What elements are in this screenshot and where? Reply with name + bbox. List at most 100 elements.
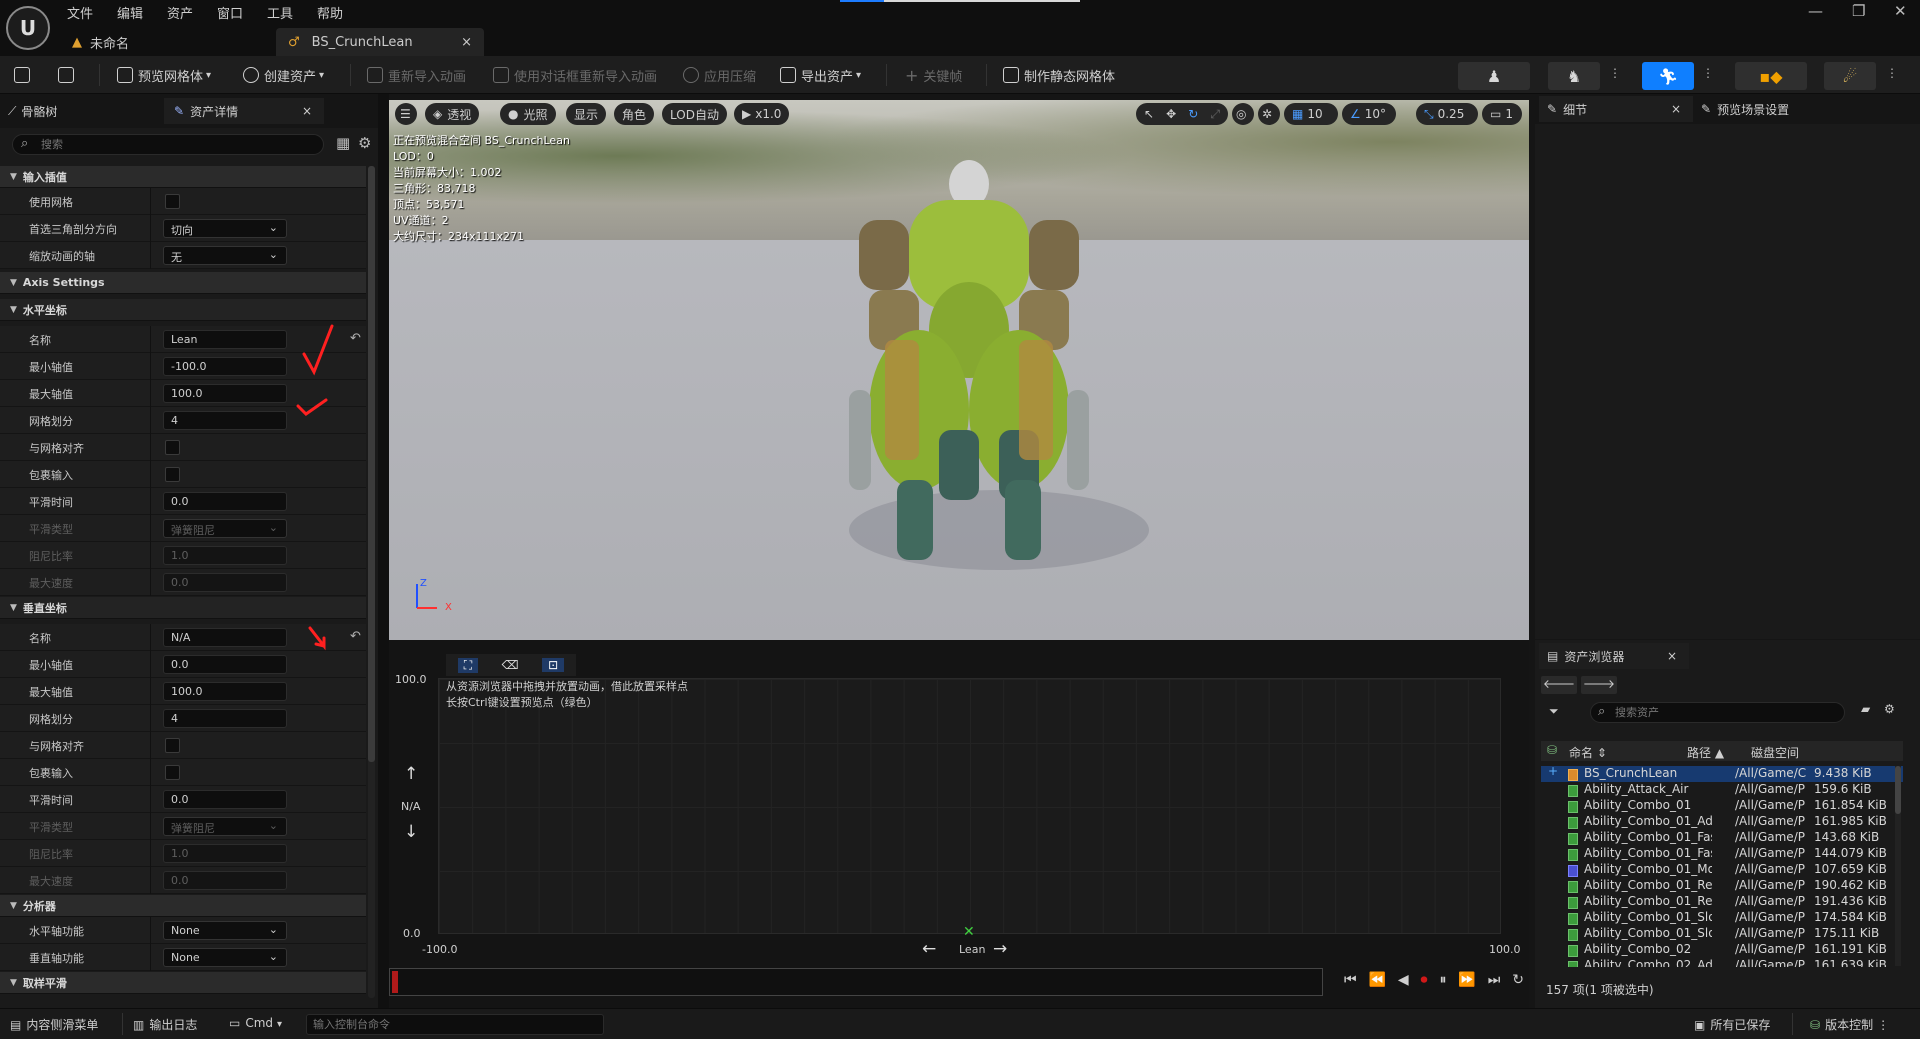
record-icon[interactable]: ⏺ <box>1421 972 1428 988</box>
section-analysis[interactable]: ▼ 分析器 <box>0 895 366 917</box>
h-grid-input[interactable]: 4 <box>163 411 287 430</box>
grid-snap-button[interactable]: ▦ 10 <box>1284 103 1338 125</box>
jump-start-icon[interactable]: ⏮ <box>1344 972 1357 988</box>
source-control-button[interactable]: ⛁ 版本控制 ⋮ <box>1810 1016 1889 1033</box>
h-min-input[interactable]: -100.0 <box>163 357 287 376</box>
step-forward-icon[interactable]: ⏩ <box>1458 972 1475 988</box>
world-space-button[interactable]: ◎ <box>1232 103 1254 125</box>
table-row[interactable]: Ability_Combo_01_Slo/All/Game/P 175.11 Ki… <box>1541 926 1903 942</box>
reimport-button[interactable]: 重新导入动画 <box>367 64 466 86</box>
h-damping-input[interactable]: 1.0 <box>163 546 287 565</box>
v-func-dropdown[interactable]: None ⌄ <box>163 948 287 967</box>
column-name[interactable]: 命名 ⇕ <box>1569 744 1607 761</box>
column-size[interactable]: 磁盘空间 <box>1751 744 1799 761</box>
tab-preview-scene-settings[interactable]: ✎ 预览场景设置 <box>1701 96 1789 122</box>
h-func-dropdown[interactable]: None ⌄ <box>163 921 287 940</box>
close-icon[interactable]: × <box>302 104 312 118</box>
playback-speed-button[interactable]: ▶ x1.0 <box>734 103 790 125</box>
console-input-box[interactable] <box>306 1014 604 1035</box>
source-control-column-icon[interactable]: ⛁ <box>1547 743 1557 757</box>
translate-icon[interactable]: ✥ <box>1166 107 1176 121</box>
menu-window[interactable]: 窗口 <box>217 3 243 22</box>
perspective-button[interactable]: ◈ 透视 <box>425 103 480 125</box>
table-row[interactable]: Ability_Combo_02/All/Game/P 161.191 KiB <box>1541 942 1903 958</box>
close-icon[interactable]: × <box>1667 649 1677 663</box>
console-command-input[interactable] <box>313 1016 593 1033</box>
skeleton-mode-button[interactable]: ♟ <box>1458 62 1530 90</box>
v-wrap-checkbox[interactable] <box>165 765 180 780</box>
v-speed-input[interactable]: 0.0 <box>163 871 287 890</box>
table-row[interactable]: + BS_CrunchLean/All/Game/C 9.438 KiB <box>1541 766 1903 782</box>
v-smooth-type-dropdown[interactable]: 弹簧阻尼 ⌄ <box>163 817 287 836</box>
create-asset-button[interactable]: 创建资产 ▾ <box>243 64 324 86</box>
save-status-button[interactable]: ▣ 所有已保存 <box>1694 1016 1770 1033</box>
table-row[interactable]: Ability_Combo_01_Fas/All/Game/P 144.079 K… <box>1541 846 1903 862</box>
apply-compression-button[interactable]: 应用压缩 <box>683 64 756 86</box>
column-path[interactable]: 路径 ▲ <box>1687 744 1724 761</box>
section-axis-settings[interactable]: ▼ Axis Settings <box>0 272 366 294</box>
pause-icon[interactable]: ⏸ <box>1439 972 1446 988</box>
show-button[interactable]: 显示 <box>566 103 607 125</box>
h-wrap-checkbox[interactable] <box>165 467 180 482</box>
tab-skeleton-tree[interactable]: ⟋ 骨骼树 <box>8 98 57 124</box>
timeline-playhead[interactable] <box>392 971 398 993</box>
v-max-input[interactable]: 100.0 <box>163 682 287 701</box>
animation-mode-button[interactable]: 🏃︎ <box>1642 62 1694 90</box>
jump-end-icon[interactable]: ⏭ <box>1488 972 1501 988</box>
window-close-icon[interactable]: ✕ <box>1894 2 1907 20</box>
gear-icon[interactable]: ⚙ <box>358 134 371 152</box>
tab-content-browser[interactable]: ▤ 资产浏览器 × <box>1539 643 1689 669</box>
mesh-mode-button[interactable]: ♞ <box>1548 62 1600 90</box>
table-row[interactable]: Ability_Combo_02_Adc/All/Game/P 161.639 K… <box>1541 958 1903 967</box>
table-row[interactable]: Ability_Combo_01/All/Game/P 161.854 KiB <box>1541 798 1903 814</box>
lod-button[interactable]: LOD自动 <box>662 103 727 125</box>
section-input-interpolation[interactable]: ▼ 输入插值 <box>0 166 366 188</box>
tab-blendspace[interactable]: ♂ BS_CrunchLean × <box>276 28 484 56</box>
close-icon[interactable]: × <box>461 35 472 50</box>
frame-icon[interactable]: ⊡ <box>542 658 565 672</box>
more-options-icon[interactable]: ⋮ <box>1886 66 1898 80</box>
details-search-box[interactable]: ⌕ <box>12 134 324 155</box>
preview-point-marker-icon[interactable]: ✕ <box>963 924 975 940</box>
scale-snap-button[interactable]: ⤡ 0.25 <box>1416 103 1478 125</box>
viewport-menu-button[interactable]: ☰ <box>395 103 417 125</box>
blueprint-mode-button[interactable]: ▪◆ <box>1735 62 1807 90</box>
select-icon[interactable]: ↖ <box>1144 107 1154 121</box>
panel-splitter[interactable] <box>378 94 389 1008</box>
lit-mode-button[interactable]: ● 光照 <box>500 103 556 125</box>
menu-file[interactable]: 文件 <box>67 3 93 22</box>
v-smooth-input[interactable]: 0.0 <box>163 790 287 809</box>
minimize-icon[interactable]: — <box>1808 2 1823 20</box>
more-options-icon[interactable]: ⋮ <box>1702 66 1714 80</box>
rotate-icon[interactable]: ↻ <box>1188 107 1198 121</box>
filter-icon[interactable]: ⏷ <box>1549 704 1559 719</box>
play-reverse-icon[interactable]: ◀ <box>1398 972 1409 988</box>
keyframe-button[interactable]: + 关键帧 <box>905 64 962 86</box>
unreal-logo-icon[interactable]: U <box>6 6 50 50</box>
table-row[interactable]: Ability_Combo_01_Slo/All/Game/P 174.584 K… <box>1541 910 1903 926</box>
asset-search-box[interactable]: ⌕ <box>1590 702 1845 723</box>
reimport-dialog-button[interactable]: 使用对话框重新导入动画 <box>493 64 657 86</box>
close-icon[interactable]: × <box>1671 102 1681 116</box>
make-static-mesh-button[interactable]: 制作静态网格体 <box>1003 64 1115 86</box>
table-row[interactable]: Ability_Combo_01_Fas/All/Game/P 143.68 Ki… <box>1541 830 1903 846</box>
details-scrollbar-thumb[interactable] <box>368 166 375 762</box>
output-log-button[interactable]: ▥ 输出日志 <box>133 1016 197 1033</box>
scale-icon[interactable]: ⤢ <box>1210 107 1220 122</box>
browse-button[interactable] <box>58 64 79 86</box>
preview-viewport[interactable]: ☰ ◈ 透视 ● 光照 显示 角色 LOD自动 ▶ x1.0 ↖ ✥ ↻ ⤢ ◎ ✲ ▦ 10… <box>389 100 1529 640</box>
table-row[interactable]: Ability_Combo_01_Rec/All/Game/P 190.462 K… <box>1541 878 1903 894</box>
asset-list-scrollbar-thumb[interactable] <box>1895 766 1901 814</box>
h-name-input[interactable]: Lean <box>163 330 287 349</box>
character-button[interactable]: 角色 <box>614 103 655 125</box>
fit-icon[interactable]: ⛶ <box>457 657 479 673</box>
asset-search-input[interactable] <box>1615 704 1835 721</box>
blendspace-grid[interactable] <box>438 678 1501 934</box>
menu-help[interactable]: 帮助 <box>317 3 343 22</box>
eraser-icon[interactable]: ⌫ <box>502 658 519 672</box>
reset-icon[interactable]: ↶ <box>350 629 361 644</box>
gear-icon[interactable]: ⚙ <box>1884 702 1895 716</box>
table-view-icon[interactable]: ▦ <box>336 134 350 152</box>
h-smooth-input[interactable]: 0.0 <box>163 492 287 511</box>
loop-icon[interactable]: ↻ <box>1512 972 1524 988</box>
